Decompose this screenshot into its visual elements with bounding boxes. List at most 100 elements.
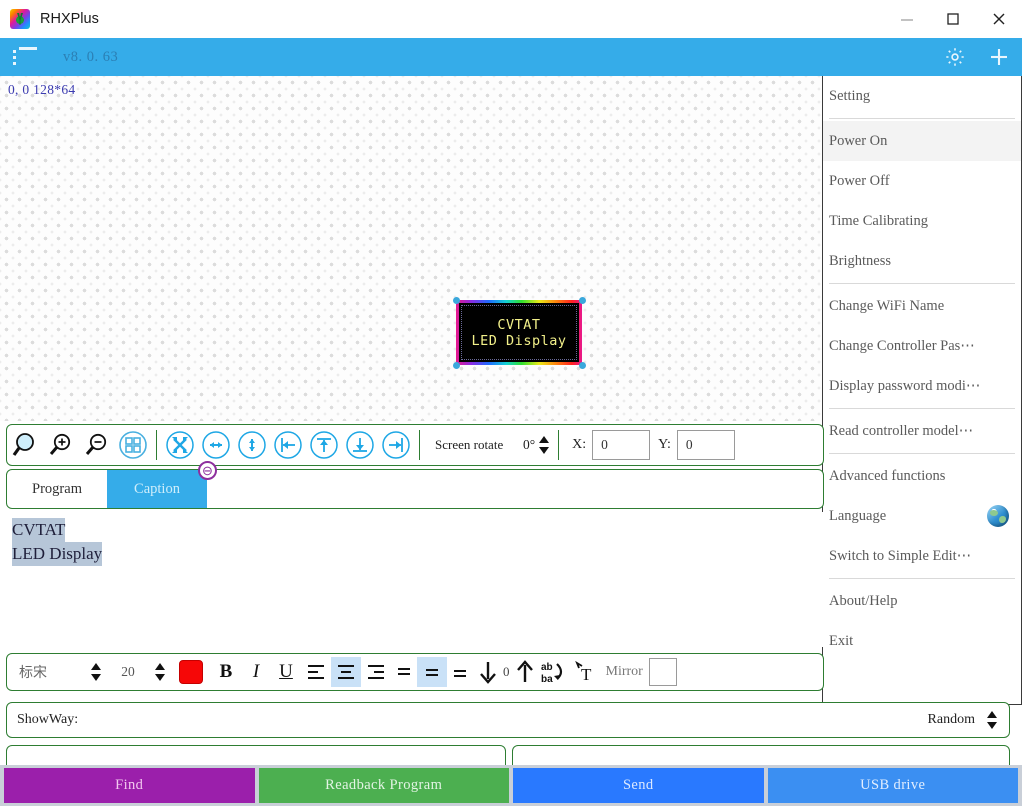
menu-item-setting[interactable]: Setting (823, 76, 1021, 116)
align-top-icon[interactable] (306, 427, 342, 463)
menu-item-label: Time Calibrating (829, 212, 928, 229)
minimize-icon[interactable] (884, 0, 930, 38)
menu-item-label: Power Off (829, 172, 890, 189)
showway-label: ShowWay: (17, 712, 79, 727)
menu-item-time-calibrating[interactable]: Time Calibrating (823, 201, 1021, 241)
resize-handle-bottom-left[interactable] (453, 362, 460, 369)
menu-item-label: Power On (829, 132, 888, 149)
align-right-icon[interactable] (378, 427, 414, 463)
zoom-out-icon[interactable] (79, 427, 115, 463)
tab-label: Program (32, 480, 82, 497)
rotate-text-icon[interactable]: T (570, 657, 600, 687)
align-left-icon[interactable] (270, 427, 306, 463)
align-middle-icon[interactable] (417, 657, 447, 687)
font-size-stepper[interactable] (151, 659, 169, 685)
align-center-icon[interactable] (331, 657, 361, 687)
menu-item-advanced-functions[interactable]: Advanced functions (823, 456, 1021, 496)
arrow-up-icon[interactable] (510, 657, 540, 687)
align-bottom-icon[interactable] (342, 427, 378, 463)
svg-text:ba: ba (541, 674, 553, 685)
align-bottom-icon[interactable] (447, 657, 473, 687)
led-element-selection[interactable]: CVTAT LED Display (453, 297, 586, 369)
menu-divider (829, 408, 1015, 409)
align-right-icon[interactable] (361, 657, 391, 687)
menu-item-change-wifi-name[interactable]: Change WiFi Name (823, 286, 1021, 326)
arrow-down-icon[interactable] (473, 657, 503, 687)
gear-icon[interactable] (942, 44, 968, 70)
menu-item-switch-to-simple-edit[interactable]: Switch to Simple Edit⋯ (823, 536, 1021, 576)
resize-handle-top-right[interactable] (579, 297, 586, 304)
fit-width-icon[interactable] (198, 427, 234, 463)
menu-item-display-password-modify[interactable]: Display password modi⋯ (823, 366, 1021, 406)
italic-button[interactable]: I (241, 657, 271, 687)
bold-label: B (219, 661, 233, 682)
font-size-input[interactable]: 20 (105, 664, 151, 680)
menu-item-change-controller-password[interactable]: Change Controller Pas⋯ (823, 326, 1021, 366)
menu-divider (829, 453, 1015, 454)
find-button[interactable]: Find (4, 768, 255, 803)
close-icon[interactable] (976, 0, 1022, 38)
fit-height-icon[interactable] (234, 427, 270, 463)
toolbar-divider (558, 430, 560, 460)
window-controls (884, 0, 1022, 38)
menu-item-label: Read controller model⋯ (829, 422, 974, 439)
menu-divider (829, 118, 1015, 119)
menu-item-language[interactable]: Language (823, 496, 1021, 536)
led-text-line-1: CVTAT (497, 316, 541, 333)
tab-caption[interactable]: Caption ⊖ (107, 461, 217, 508)
fit-screen-icon[interactable] (162, 427, 198, 463)
editor-line-text: LED Display (12, 542, 103, 566)
caption-text-editor[interactable]: CVTAT LED Display (6, 512, 824, 647)
showway-value[interactable]: Random (928, 712, 975, 728)
mirror-checkbox[interactable] (648, 658, 677, 686)
send-button[interactable]: Send (513, 768, 764, 803)
settings-menu-panel: Setting Power On Power Off Time Calibrat… (822, 76, 1022, 705)
font-family-stepper[interactable] (87, 659, 105, 685)
zoom-in-icon[interactable] (43, 427, 79, 463)
menu-item-label: Exit (829, 632, 854, 649)
screen-rotate-stepper[interactable] (535, 432, 553, 458)
menu-item-power-on[interactable]: Power On (823, 121, 1021, 161)
maximize-icon[interactable] (930, 0, 976, 38)
align-left-icon[interactable] (301, 657, 331, 687)
menu-item-label: Language (829, 507, 887, 524)
resize-handle-top-left[interactable] (453, 297, 460, 304)
y-coordinate-input[interactable]: 0 (676, 430, 735, 460)
remove-caption-icon[interactable]: ⊖ (198, 461, 217, 480)
plus-icon[interactable] (986, 44, 1012, 70)
abba-reverse-icon[interactable]: ab ba (540, 657, 570, 687)
screen-rotate-value: 0° (523, 437, 536, 452)
align-top-icon[interactable] (391, 657, 417, 687)
grid-view-icon[interactable] (115, 427, 151, 463)
tab-program[interactable]: Program (7, 470, 107, 508)
font-family-select[interactable]: 标宋 (7, 662, 87, 682)
readback-program-button[interactable]: Readback Program (258, 768, 509, 803)
toolbar-divider (156, 430, 157, 460)
menu-item-about-help[interactable]: About/Help (823, 581, 1021, 621)
svg-text:ab: ab (541, 662, 553, 673)
x-coordinate-input[interactable]: 0 (592, 430, 651, 460)
screen-rotate-label: Screen rotate (435, 437, 504, 452)
bold-button[interactable]: B (211, 657, 241, 687)
menu-item-label: Brightness (829, 252, 892, 269)
title-bar: RHXPlus (0, 0, 1022, 38)
hamburger-menu-icon[interactable] (13, 47, 39, 67)
resize-handle-bottom-right[interactable] (579, 362, 586, 369)
design-canvas[interactable]: 0, 0 128*64 CVTAT LED Display (0, 76, 822, 421)
underline-label: U (279, 661, 293, 682)
zoom-icon[interactable] (7, 427, 43, 463)
menu-item-label: Change WiFi Name (829, 297, 945, 314)
menu-divider (829, 578, 1015, 579)
led-display-preview[interactable]: CVTAT LED Display (456, 300, 582, 365)
menu-item-exit[interactable]: Exit (823, 621, 1021, 661)
underline-button[interactable]: U (271, 657, 301, 687)
menu-item-label: Change Controller Pas⋯ (829, 337, 975, 354)
text-color-swatch[interactable] (179, 660, 203, 684)
showway-stepper[interactable] (983, 707, 1001, 733)
menu-item-read-controller-model[interactable]: Read controller model⋯ (823, 411, 1021, 451)
mirror-label: Mirror (605, 664, 643, 679)
editor-line-text: CVTAT (12, 518, 66, 542)
usb-drive-button[interactable]: USB drive (767, 768, 1018, 803)
menu-item-brightness[interactable]: Brightness (823, 241, 1021, 281)
menu-item-power-off[interactable]: Power Off (823, 161, 1021, 201)
